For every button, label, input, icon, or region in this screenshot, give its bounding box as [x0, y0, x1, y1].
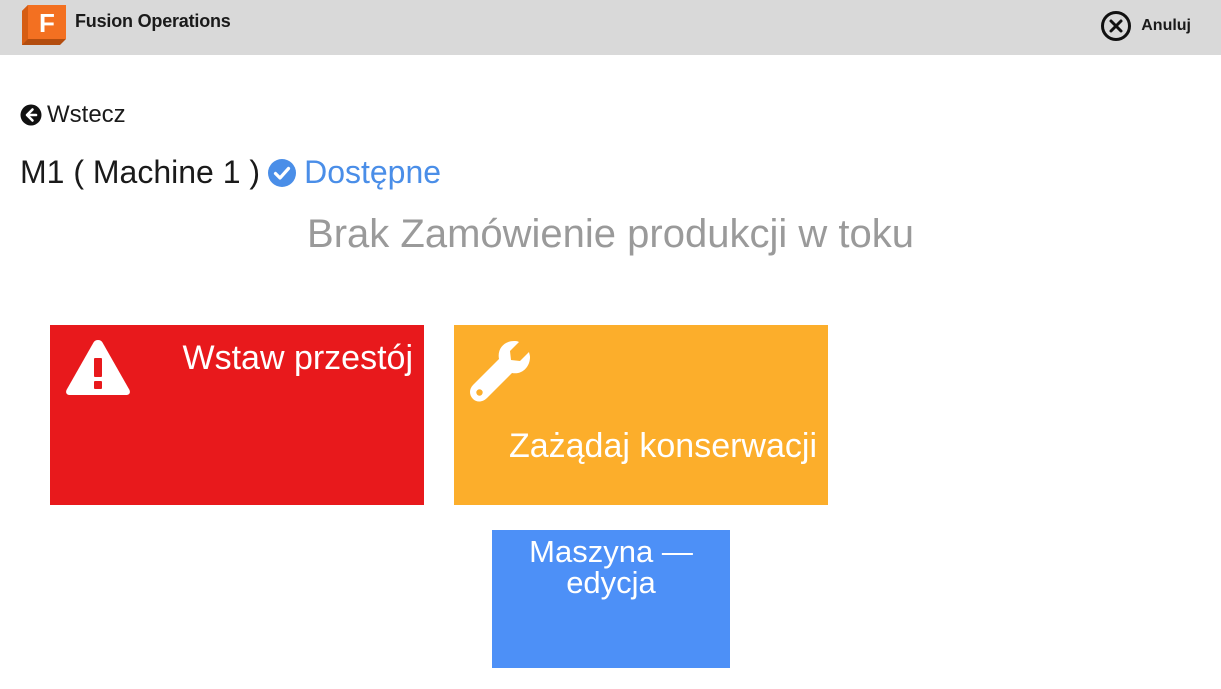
machine-edit-label-line2: edycja [566, 565, 656, 600]
insert-downtime-label: Wstaw przestój [182, 339, 414, 377]
machine-header: M1 ( Machine 1 ) Dostępne [20, 154, 441, 191]
close-circle-icon [1101, 11, 1132, 41]
back-label: Wstecz [47, 101, 126, 128]
arrow-left-circle-icon [20, 104, 42, 126]
logo-letter: F [39, 8, 55, 38]
top-bar: F Fusion Operations Anuluj [0, 0, 1221, 55]
insert-downtime-tile[interactable]: Wstaw przestój [50, 325, 424, 505]
request-maintenance-tile[interactable]: Zażądaj konserwacji [454, 325, 828, 505]
cancel-button[interactable]: Anuluj [1100, 10, 1191, 42]
machine-edit-label: Maszyna — edycja [492, 536, 730, 598]
cancel-label: Anuluj [1141, 17, 1191, 34]
machine-edit-label-line1: Maszyna — [529, 534, 693, 569]
warning-triangle-icon [66, 340, 130, 395]
wrench-icon [470, 341, 530, 402]
back-button[interactable]: Wstecz [20, 101, 126, 129]
order-status-message: Brak Zamówienie produkcji w toku [307, 212, 914, 256]
machine-name: M1 ( Machine 1 ) [20, 154, 261, 190]
check-circle-icon [268, 158, 297, 187]
fusion-logo-icon: F [22, 5, 66, 45]
app-title: Fusion Operations [75, 11, 231, 31]
machine-status: Dostępne [304, 154, 442, 190]
request-maintenance-label: Zażądaj konserwacji [508, 427, 817, 465]
machine-edit-tile[interactable]: Maszyna — edycja [492, 530, 730, 668]
